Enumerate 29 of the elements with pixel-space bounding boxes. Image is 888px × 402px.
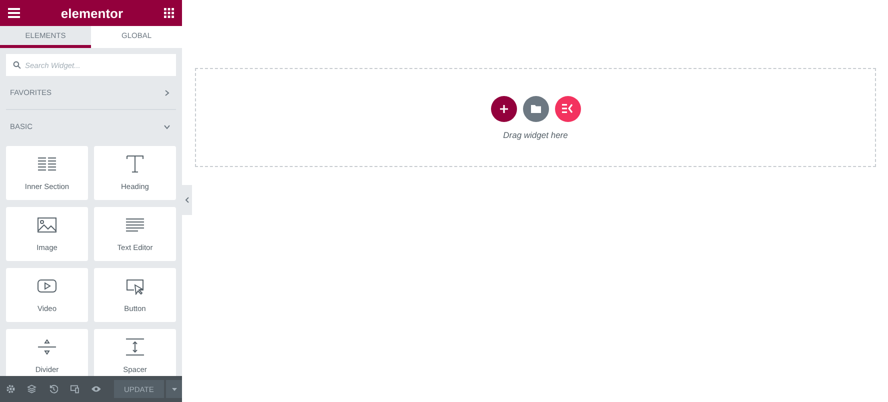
chevron-icon (164, 90, 170, 96)
drop-hint: Drag widget here (503, 130, 568, 140)
settings-icon[interactable] (6, 384, 16, 394)
layers-icon[interactable] (27, 384, 37, 394)
kit-icon (562, 104, 573, 113)
more-options-button[interactable] (166, 380, 182, 398)
template-button[interactable] (522, 96, 548, 122)
caret-icon (172, 388, 177, 390)
image-icon (37, 216, 57, 234)
kit-button[interactable] (554, 96, 580, 122)
columns-icon (37, 155, 57, 173)
brand-logo: elementor (60, 6, 124, 20)
history-icon[interactable] (48, 384, 58, 394)
heading-icon (125, 155, 145, 173)
spacer-icon (125, 338, 145, 356)
grid-icon[interactable] (164, 8, 174, 18)
chevron-icon (164, 124, 170, 130)
play-icon (37, 277, 57, 295)
divider-icon (37, 338, 57, 356)
chevron-left-icon (185, 197, 189, 203)
collapse-handle[interactable] (182, 185, 192, 215)
cursor-button-icon (125, 277, 145, 295)
eye-icon[interactable] (91, 385, 102, 393)
plus-icon (500, 104, 508, 112)
add-section-button[interactable] (490, 96, 516, 122)
text-lines-icon (125, 216, 145, 234)
folder-icon (530, 104, 540, 112)
responsive-icon[interactable] (70, 384, 80, 394)
menu-icon[interactable] (8, 8, 20, 18)
